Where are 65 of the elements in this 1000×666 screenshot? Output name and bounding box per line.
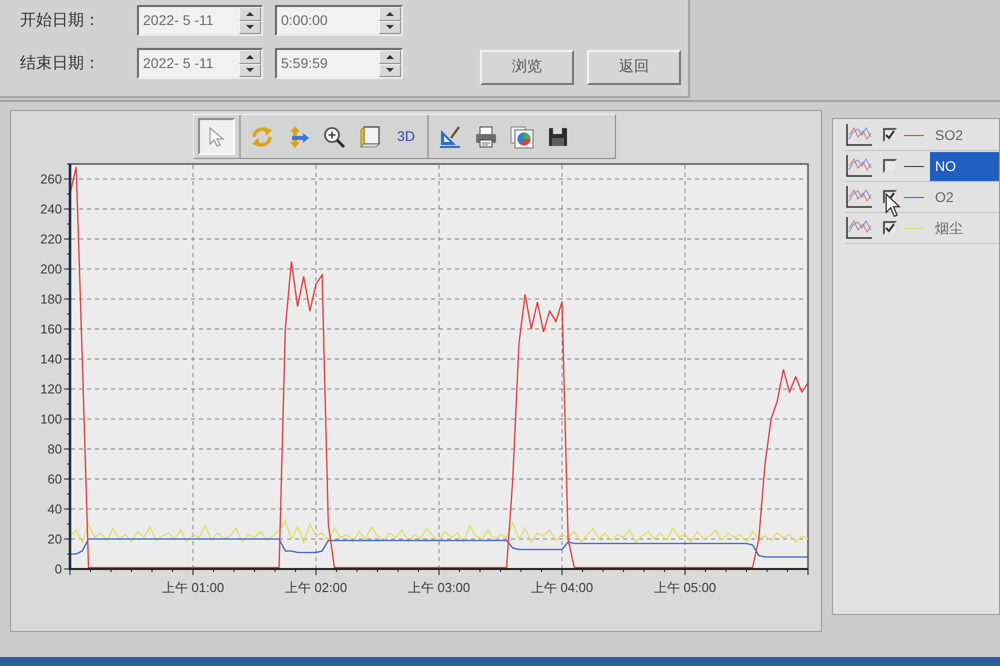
y-tick-label: 220 [40,232,62,246]
spin-up-button[interactable] [239,50,261,64]
y-tick-label: 60 [48,472,62,486]
caret-up-icon [386,12,394,16]
time-field[interactable]: 5:59:59 [277,50,379,77]
spin-up-button[interactable] [379,7,401,20]
caret-down-icon [246,68,254,72]
line-chart-icon [845,154,873,178]
x-tick-label: 上午 03:00 [408,580,470,595]
spin-down-button[interactable] [379,64,401,77]
y-tick-label: 80 [48,442,62,456]
mouse-cursor-icon [885,193,901,218]
line-chart-icon [845,216,873,240]
spin-up-button[interactable] [379,50,401,64]
y-tick-label: 40 [48,502,62,516]
caret-down-icon [246,25,254,30]
caret-down-icon [386,68,394,72]
printer-icon [474,124,498,148]
pointer-tool-button[interactable] [198,118,235,155]
caret-up-icon [246,54,254,59]
3d-view-button[interactable]: 3D [389,120,423,154]
x-tick-label: 上午 02:00 [284,580,348,595]
line-chart-icon [845,123,873,147]
y-tick-label: 20 [48,532,62,546]
y-tick-label: 260 [40,172,62,186]
time-field[interactable]: 0:00:00 [277,7,379,34]
spin-up-button[interactable] [239,7,261,20]
checkbox[interactable] [883,221,897,235]
y-tick-label: 140 [40,352,62,366]
date-field[interactable]: 2022- 5 -11 [139,50,239,77]
y-tick-label: 0 [54,562,62,576]
set-square-icon [438,124,462,148]
checkmark-icon [885,130,895,140]
x-tick-label: 上午 05:00 [654,580,716,595]
caret-up-icon [246,12,254,16]
x-tick-label: 上午 01:00 [162,580,224,595]
checkmark-icon [885,223,895,233]
date-field[interactable]: 2022- 5 -11 [139,7,239,34]
y-tick-label: 240 [40,202,62,216]
series-name[interactable]: 烟尘 [930,214,999,242]
series-name[interactable]: NO [930,152,999,180]
action-button[interactable]: 浏览 [480,50,574,85]
y-tick-label: 100 [40,412,62,426]
spin-down-button[interactable] [239,20,261,34]
series-name[interactable]: SO2 [930,120,999,150]
spin-down-button[interactable] [379,20,401,34]
x-tick-label: 上午 04:00 [530,580,594,595]
field-label: 结束日期： [20,54,101,74]
y-tick-label: 160 [40,322,62,336]
field-label: 开始日期： [20,10,101,30]
pie-chart-icon [510,124,534,148]
y-tick-label: 180 [40,292,62,306]
sync-arrows-icon [250,124,274,148]
action-button[interactable]: 返回 [587,50,681,85]
frame-icon [358,124,382,148]
series-name[interactable]: O2 [930,182,999,212]
checkbox[interactable] [883,159,897,173]
zoom-in-icon [322,124,346,148]
y-tick-label: 200 [40,262,62,276]
checkbox[interactable] [883,128,897,142]
y-tick-label: 120 [40,382,62,396]
caret-down-icon [386,25,394,30]
line-chart-icon [845,185,873,209]
caret-up-icon [386,54,394,59]
spin-down-button[interactable] [239,64,261,77]
